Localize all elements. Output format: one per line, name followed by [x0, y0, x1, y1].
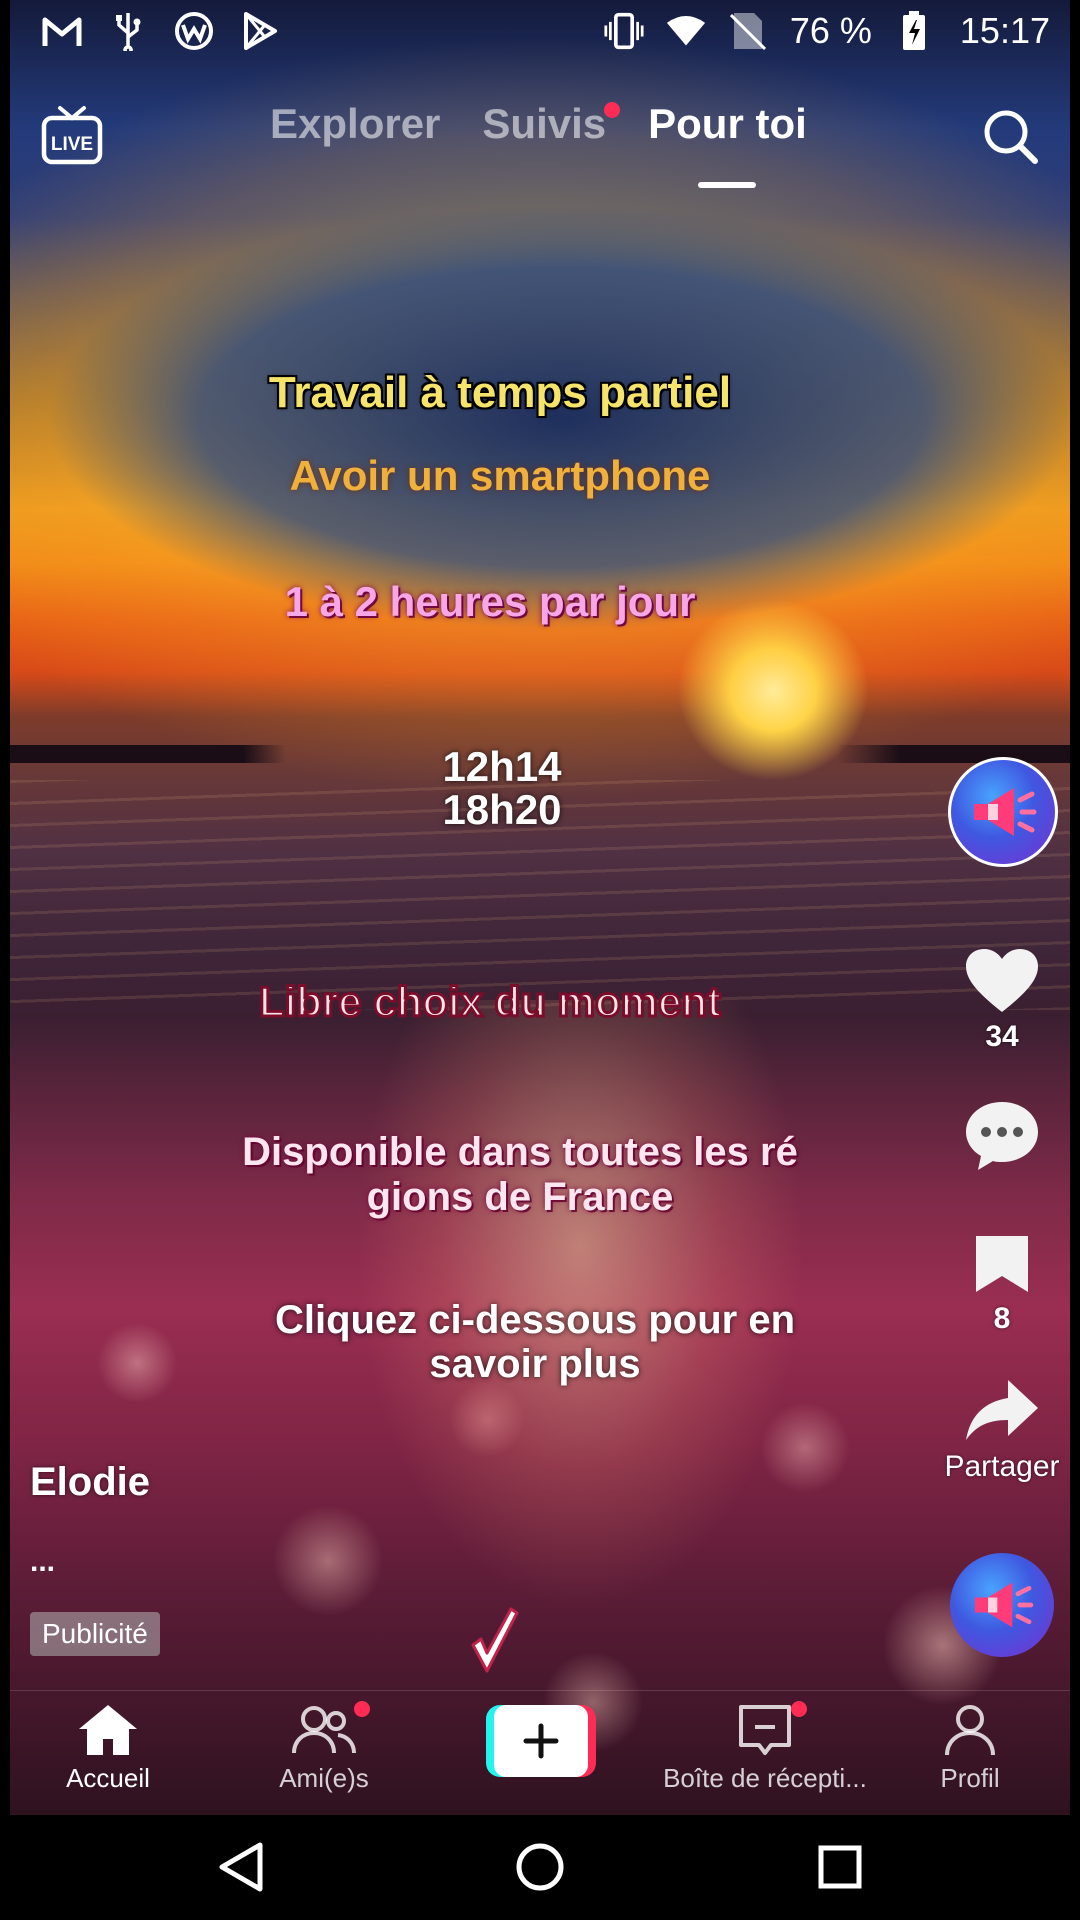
- nav-amis-label: Ami(e)s: [279, 1763, 369, 1793]
- back-triangle-icon: [219, 1842, 263, 1892]
- nav-inbox-label: Boîte de récepti...: [663, 1763, 867, 1793]
- overlay-line-7b: savoir plus: [429, 1342, 641, 1386]
- overlay-line-7a: Cliquez ci-dessous pour en: [274, 1298, 796, 1342]
- wifi-icon: [666, 11, 706, 51]
- friends-icon: [292, 1706, 356, 1754]
- video-background[interactable]: [10, 0, 1070, 1815]
- overlay-line-4a: 12h14: [442, 743, 562, 790]
- feed-tabs: Explorer Suivis Pour toi: [270, 100, 807, 188]
- create-button[interactable]: [486, 1705, 596, 1777]
- tab-suivis-label: Suivis: [482, 100, 607, 147]
- inbox-icon: [739, 1705, 791, 1755]
- home-icon: [79, 1705, 137, 1755]
- battery-charging-icon: [894, 11, 934, 51]
- overlay-line-2: Avoir un smartphone: [289, 452, 711, 499]
- megaphone-icon: [974, 788, 1037, 836]
- profile-icon: [945, 1705, 995, 1756]
- status-bar: 76 % 15:17: [0, 0, 1080, 62]
- like-count: 34: [985, 1020, 1019, 1053]
- like-button[interactable]: 34: [940, 948, 1064, 1054]
- overlay-line-6b: gions de France: [366, 1175, 674, 1219]
- share-label: Partager: [944, 1450, 1060, 1483]
- overlay-line-6a: Disponible dans toutes les ré: [242, 1130, 798, 1174]
- plus-icon: [523, 1723, 559, 1759]
- overlay-line-4b: 18h20: [442, 786, 562, 833]
- recents-button[interactable]: [810, 1837, 870, 1897]
- tab-suivis[interactable]: Suivis: [482, 100, 621, 148]
- tab-pour-toi-label: Pour toi: [648, 100, 807, 147]
- battery-percentage: 76 %: [789, 10, 872, 51]
- home-button[interactable]: [510, 1837, 570, 1897]
- app-notification-icon: [174, 11, 214, 51]
- create-button-face: [494, 1705, 588, 1777]
- inbox-notification-dot: [791, 1701, 807, 1717]
- bookmark-button[interactable]: 8: [940, 1232, 1064, 1336]
- nav-profil[interactable]: Profil: [870, 1703, 1070, 1794]
- play-store-icon: [240, 11, 280, 51]
- overlay-line-5: Libre choix du moment: [257, 977, 722, 1027]
- clock: 15:17: [959, 10, 1050, 51]
- live-icon[interactable]: LIVE: [40, 104, 104, 168]
- nav-profil-label: Profil: [940, 1763, 1000, 1793]
- tab-pour-toi[interactable]: Pour toi: [648, 100, 807, 188]
- heart-icon: [966, 949, 1038, 1012]
- comment-icon: [966, 1102, 1038, 1170]
- share-arrow-icon: [966, 1380, 1038, 1440]
- creator-avatar[interactable]: [948, 757, 1058, 867]
- tab-explorer[interactable]: Explorer: [270, 100, 440, 148]
- no-sim-icon: [728, 11, 768, 51]
- top-nav: LIVE Explorer Suivis Pour toi: [0, 100, 1080, 200]
- active-tab-indicator: [698, 182, 757, 188]
- vibrate-icon: [604, 11, 644, 51]
- nav-accueil[interactable]: Accueil: [8, 1703, 208, 1794]
- caption[interactable]: ...: [30, 1545, 55, 1579]
- notification-dot: [604, 102, 621, 118]
- svg-text:LIVE: LIVE: [51, 134, 93, 155]
- overlay-line-3: 1 à 2 heures par jour: [284, 578, 696, 625]
- overlay-line-1: Travail à temps partiel: [268, 368, 732, 417]
- gmail-icon: [42, 11, 82, 51]
- search-icon[interactable]: [980, 106, 1040, 166]
- share-button[interactable]: Partager: [940, 1378, 1064, 1484]
- music-disc[interactable]: [950, 1553, 1054, 1657]
- nav-amis[interactable]: Ami(e)s: [224, 1701, 424, 1794]
- author-name[interactable]: Elodie: [30, 1460, 150, 1505]
- pointing-hand-icon: [455, 1605, 525, 1681]
- bottom-nav: Accueil Ami(e)s Boîte de récepti... Prof…: [10, 1690, 1070, 1815]
- usb-icon: [108, 11, 148, 51]
- nav-accueil-label: Accueil: [66, 1763, 150, 1793]
- friends-notification-dot: [354, 1701, 370, 1717]
- comment-button[interactable]: [940, 1100, 1064, 1172]
- home-circle-icon: [516, 1843, 564, 1891]
- recents-square-icon: [818, 1845, 862, 1889]
- bookmark-count: 8: [993, 1302, 1011, 1335]
- nav-inbox[interactable]: Boîte de récepti...: [655, 1701, 875, 1794]
- bookmark-icon: [976, 1236, 1028, 1292]
- tab-explorer-label: Explorer: [270, 100, 441, 147]
- ad-badge: Publicité: [30, 1612, 160, 1656]
- back-button[interactable]: [210, 1837, 270, 1897]
- megaphone-icon: [974, 1582, 1034, 1628]
- system-nav-bar: [0, 1815, 1080, 1920]
